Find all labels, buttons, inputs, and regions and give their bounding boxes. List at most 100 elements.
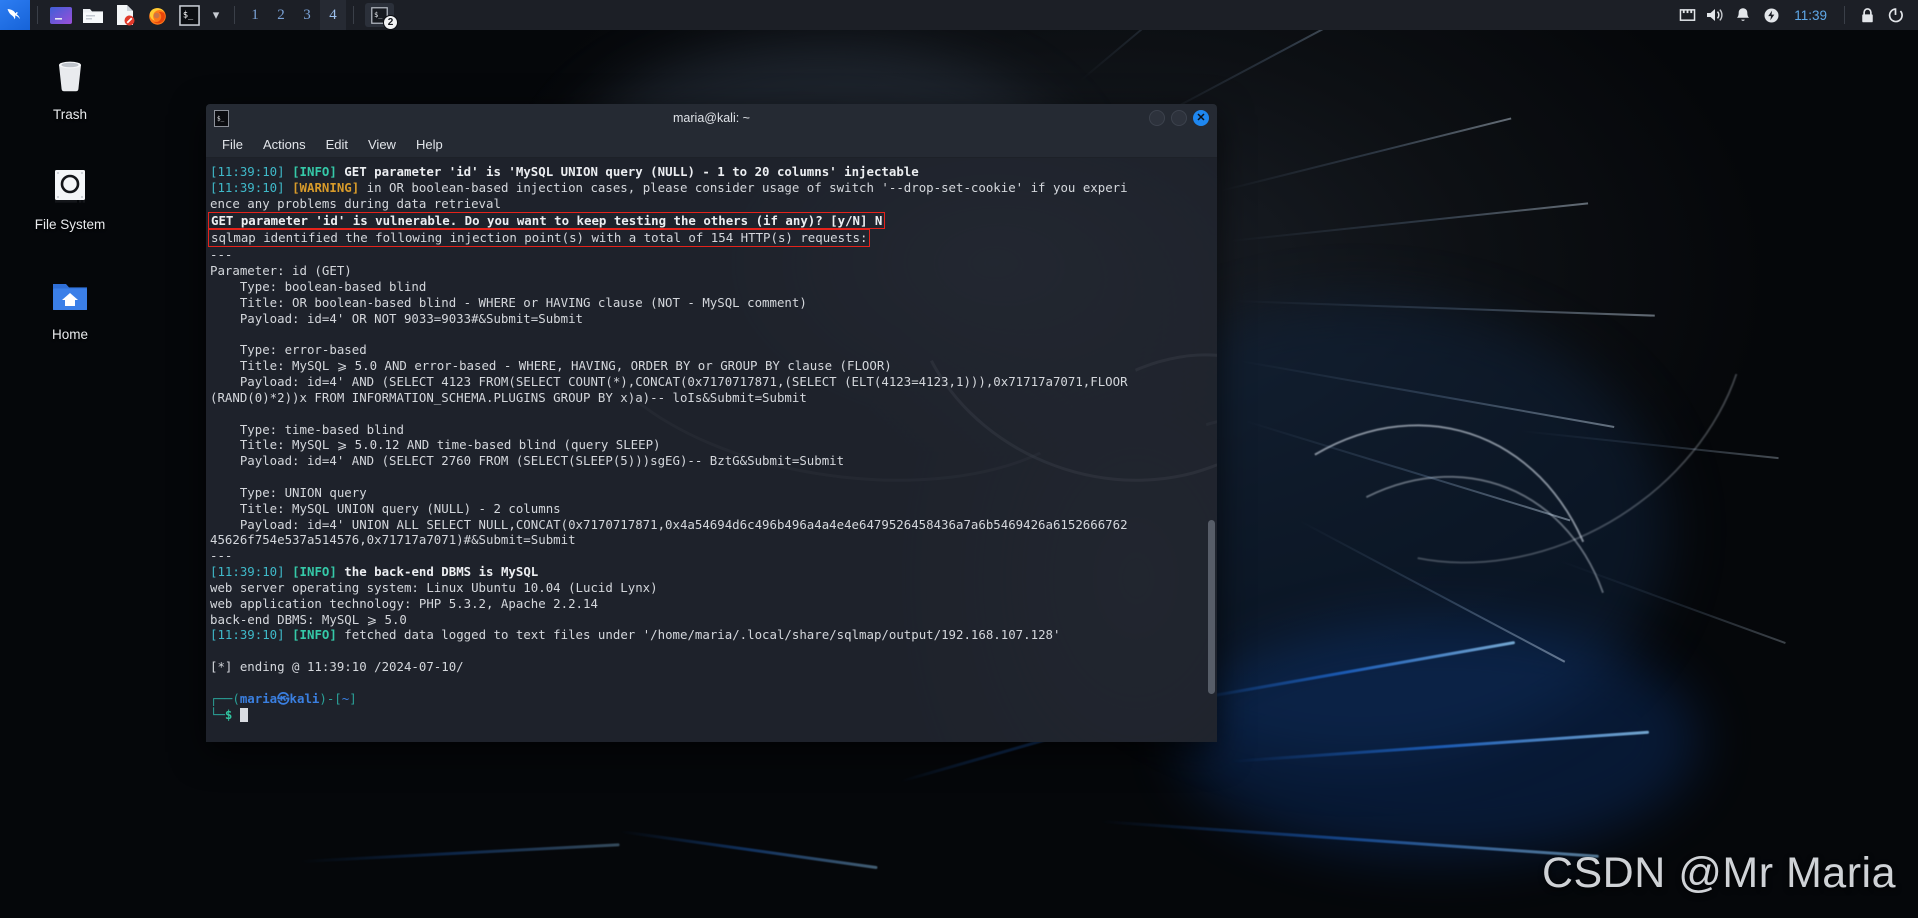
desktop-icon-list: Trash File System Home [18,44,122,348]
desktop-icon-home[interactable]: Home [18,264,122,348]
separator-line: --- [210,247,233,263]
scrollbar-thumb[interactable] [1208,519,1215,694]
menu-actions[interactable]: Actions [255,134,314,155]
desktop-icon-label: Home [51,327,88,342]
terminal-prompt-icon: $_ [214,109,229,127]
workspace-2[interactable]: 2 [268,0,294,30]
terminal-title: maria@kali: ~ [673,111,750,125]
terminal-prompt-icon: $_ [178,4,200,26]
log-message: the back-end DBMS is MySQL [336,564,539,580]
log-level-info: [INFO] [292,627,337,643]
notification-bell-icon[interactable] [1730,0,1756,30]
svg-text:$_: $_ [217,115,225,122]
prompt-bracket: ] [349,690,357,706]
log-level-info: [INFO] [292,164,337,179]
terminal-scrollbar[interactable] [1206,160,1215,740]
desktop-icon-file-system[interactable]: File System [18,154,122,238]
menu-help[interactable]: Help [408,134,451,155]
kali-applications-menu-button[interactable] [0,0,30,30]
prompt-user-host: maria㉿kali [239,690,320,706]
power-manager-icon[interactable] [1758,0,1784,30]
home-folder-icon [53,284,87,310]
panel-separator [234,6,235,24]
harddisk-icon [55,170,85,203]
logout-icon[interactable] [1882,0,1908,30]
panel-separator [353,6,354,24]
window-controls: ✕ [1143,110,1209,126]
maximize-button[interactable] [1171,110,1187,126]
svg-text:$_: $_ [182,10,193,20]
top-panel: $_ ▾ 1 2 3 4 $_ 2 11:39 [0,0,1918,30]
firefox-icon [148,7,166,25]
clock[interactable]: 11:39 [1786,8,1835,23]
injection-payload: Payload: id=4' AND (SELECT 2760 FROM (SE… [210,453,845,469]
injection-type: Type: UNION query [210,484,367,500]
injection-summary-highlight: sqlmap identified the following injectio… [208,229,871,248]
log-timestamp: [11:39:10] [210,179,285,195]
separator-line: --- [210,548,233,564]
log-message-wrap: ence any problems during data retrieval [210,195,501,211]
workspace-1[interactable]: 1 [242,0,268,30]
lock-icon[interactable] [1854,0,1880,30]
injection-title: Title: MySQL UNION query (NULL) - 2 colu… [210,500,561,516]
launcher-dropdown-button[interactable]: ▾ [207,2,225,28]
kali-dragon-icon [7,9,20,20]
minimize-button[interactable] [1149,110,1165,126]
log-timestamp: [11:39:10] [210,564,285,580]
desktop-icon-label: File System [34,217,106,232]
firefox-launcher[interactable] [143,2,171,28]
panel-separator [1844,6,1845,24]
folder-icon [83,8,103,23]
menu-view[interactable]: View [360,134,404,155]
wallpaper-blue-streak [619,830,878,869]
injection-payload-wrap: (RAND(0)*2))x FROM INFORMATION_SCHEMA.PL… [210,389,807,405]
terminal-cursor [239,707,248,722]
terminal-body[interactable]: [11:39:10] [INFO] GET parameter 'id' is … [206,158,1217,742]
injection-type: Type: error-based [210,342,367,358]
system-tray: 11:39 [1674,0,1918,30]
injection-title: Title: OR boolean-based blind - WHERE or… [210,294,807,310]
terminal-emulator-launcher[interactable] [47,2,75,28]
terminal-launcher[interactable]: $_ [175,2,203,28]
prompt-bracket: └─ [210,706,225,722]
prompt-bracket: ┌──( [210,690,240,706]
taskbar-window-button-terminal[interactable]: $_ 2 [365,3,398,30]
terminal-titlebar[interactable]: $_ maria@kali: ~ ✕ [206,104,1217,132]
log-message: fetched data logged to text files under … [336,627,1061,643]
log-timestamp: [11:39:10] [210,164,285,179]
close-icon: ✕ [1196,111,1206,124]
terminal-gradient-icon [50,6,72,24]
terminal-output: [11:39:10] [INFO] GET parameter 'id' is … [206,158,1217,727]
workspace-3[interactable]: 3 [294,0,320,30]
injection-type: Type: time-based blind [210,421,404,437]
web-app-technology: web application technology: PHP 5.3.2, A… [210,595,598,611]
injection-title: Title: MySQL ⩾ 5.0 AND error-based - WHE… [210,358,892,374]
volume-icon[interactable] [1702,0,1728,30]
terminal-menubar: File Actions Edit View Help [206,132,1217,158]
chevron-down-icon: ▾ [212,7,220,22]
wallpaper-blue-streak [299,843,620,863]
file-manager-launcher[interactable] [79,2,107,28]
menu-edit[interactable]: Edit [318,134,356,155]
watermark: CSDN @Mr Maria [1541,849,1896,897]
desktop-icon-trash[interactable]: Trash [18,44,122,128]
injection-payload: Payload: id=4' AND (SELECT 4123 FROM(SEL… [210,373,1128,389]
workspace-switcher[interactable]: 1 2 3 4 [242,0,346,30]
log-timestamp: [11:39:10] [210,627,285,643]
log-message: GET parameter 'id' is 'MySQL UNION query… [336,164,919,179]
workspace-4[interactable]: 4 [320,0,346,30]
text-editor-launcher[interactable] [111,2,139,28]
desktop-icon-label: Trash [52,107,87,122]
ending-line: [*] ending @ 11:39:10 /2024-07-10/ [210,659,464,675]
document-forbidden-icon [117,5,135,26]
prompt-symbol: $ [224,706,233,722]
injection-payload: Payload: id=4' UNION ALL SELECT NULL,CON… [210,516,1128,532]
injection-payload: Payload: id=4' OR NOT 9033=9033#&Submit=… [210,310,583,326]
injection-title: Title: MySQL ⩾ 5.0.12 AND time-based bli… [210,437,661,453]
menu-file[interactable]: File [214,134,251,155]
vulnerable-prompt-highlight: GET parameter 'id' is vulnerable. Do you… [208,211,886,230]
close-button[interactable]: ✕ [1193,110,1209,126]
injection-type: Type: boolean-based blind [210,278,427,294]
network-icon[interactable] [1674,0,1700,30]
log-level-warning: [WARNING] [292,179,360,195]
